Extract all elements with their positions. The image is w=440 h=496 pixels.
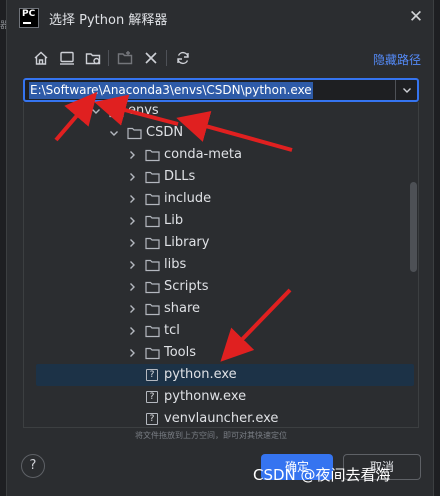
help-icon: ? (29, 458, 37, 473)
folder-icon (127, 126, 142, 140)
folder-icon (145, 236, 160, 250)
chevron-right-icon[interactable] (126, 149, 138, 161)
tree-item[interactable]: share (24, 298, 418, 320)
toolbar-separator (108, 50, 109, 66)
tree-item-label: include (164, 191, 212, 206)
desktop-button[interactable] (57, 48, 77, 68)
tree-item[interactable]: libs (24, 254, 418, 276)
title-bar: PC 选择 Python 解释器 ✕ (7, 0, 435, 36)
tree-item[interactable]: conda-meta (24, 144, 418, 166)
close-dialog-button[interactable]: ✕ (407, 8, 425, 26)
folder-link-icon (85, 53, 101, 65)
right-window-edge (434, 0, 440, 496)
folder-icon (145, 346, 160, 360)
tree-item[interactable]: ? pythonw.exe (24, 386, 418, 408)
tree-item[interactable]: CSDN (24, 122, 418, 144)
folder-icon (145, 148, 160, 162)
unknown-file-icon: ? (146, 413, 158, 425)
refresh-icon (177, 51, 189, 65)
pycharm-icon: PC (19, 8, 39, 28)
tree-item-label: venvlauncher.exe (164, 411, 279, 426)
tree-item-label: Scripts (164, 279, 209, 294)
tree-item-label: libs (164, 257, 187, 272)
chevron-right-icon[interactable] (126, 259, 138, 271)
delete-icon (145, 52, 157, 64)
folder-icon (109, 104, 124, 118)
tree-item-label: pythonw.exe (164, 389, 247, 404)
chevron-down-icon[interactable] (90, 105, 102, 117)
path-input-value[interactable]: E:\Software\Anaconda3\envs\CSDN\python.e… (29, 82, 313, 99)
unknown-file-icon: ? (146, 369, 158, 381)
path-field[interactable]: E:\Software\Anaconda3\envs\CSDN\python.e… (23, 78, 419, 102)
toolbar: 隐藏路径 (7, 44, 435, 72)
chevron-right-icon[interactable] (126, 193, 138, 205)
hide-path-link[interactable]: 隐藏路径 (373, 51, 421, 68)
new-folder-icon (117, 51, 133, 65)
chevron-right-icon[interactable] (126, 281, 138, 293)
path-dropdown-button[interactable] (395, 80, 417, 100)
close-icon: ✕ (408, 7, 424, 27)
desktop-icon (60, 51, 74, 65)
tree-item[interactable]: ? venvlauncher.exe (24, 408, 418, 427)
tree-item-label: conda-meta (164, 147, 242, 162)
select-interpreter-dialog: PC 选择 Python 解释器 ✕ 隐藏路径 E:\Software\Anac… (6, 0, 434, 496)
tree-item[interactable]: Tools (24, 342, 418, 364)
tree-item-label: share (164, 301, 201, 316)
folder-icon (145, 192, 160, 206)
file-tree[interactable]: envs CSDN conda-meta DLLs include Lib Library l… (23, 102, 419, 428)
tree-item-label: DLLs (164, 169, 196, 184)
chevron-down-icon (403, 88, 411, 93)
tree-item[interactable]: Library (24, 232, 418, 254)
chevron-right-icon[interactable] (126, 237, 138, 249)
help-button[interactable]: ? (21, 454, 45, 478)
tree-item-label: CSDN (146, 125, 184, 140)
folder-icon (145, 280, 160, 294)
tree-item[interactable]: DLLs (24, 166, 418, 188)
delete-button[interactable] (141, 48, 161, 68)
tree-item-label: Lib (164, 213, 184, 228)
chevron-right-icon[interactable] (126, 215, 138, 227)
refresh-button[interactable] (173, 48, 193, 68)
chevron-right-icon[interactable] (126, 325, 138, 337)
tree-item[interactable]: include (24, 188, 418, 210)
chevron-right-icon[interactable] (126, 347, 138, 359)
tree-item[interactable]: ? python.exe (36, 364, 414, 386)
chevron-right-icon[interactable] (126, 303, 138, 315)
home-button[interactable] (31, 48, 51, 68)
folder-icon (145, 258, 160, 272)
watermark: CSDN @夜间去看海 (253, 466, 391, 484)
project-folder-button[interactable] (83, 48, 103, 68)
tree-item-label: python.exe (164, 367, 237, 382)
tree-item-label: envs (128, 103, 159, 118)
tree-item[interactable]: tcl (24, 320, 418, 342)
home-icon (34, 51, 48, 65)
dialog-title: 选择 Python 解释器 (49, 13, 168, 28)
chevron-right-icon[interactable] (126, 171, 138, 183)
tree-item[interactable]: envs (24, 102, 418, 122)
tree-item-label: Library (164, 235, 210, 250)
tree-item-label: Tools (164, 345, 197, 360)
folder-icon (145, 214, 160, 228)
toolbar-separator (166, 50, 167, 66)
tree-item-label: tcl (164, 323, 180, 338)
tree-item[interactable]: Scripts (24, 276, 418, 298)
new-folder-button[interactable] (115, 48, 135, 68)
drop-hint: 将文件拖放到上方空间，即可对其快速定位 (135, 431, 287, 440)
folder-icon (145, 170, 160, 184)
chevron-down-icon[interactable] (108, 127, 120, 139)
folder-icon (145, 324, 160, 338)
folder-icon (145, 302, 160, 316)
unknown-file-icon: ? (146, 391, 158, 403)
tree-item[interactable]: Lib (24, 210, 418, 232)
